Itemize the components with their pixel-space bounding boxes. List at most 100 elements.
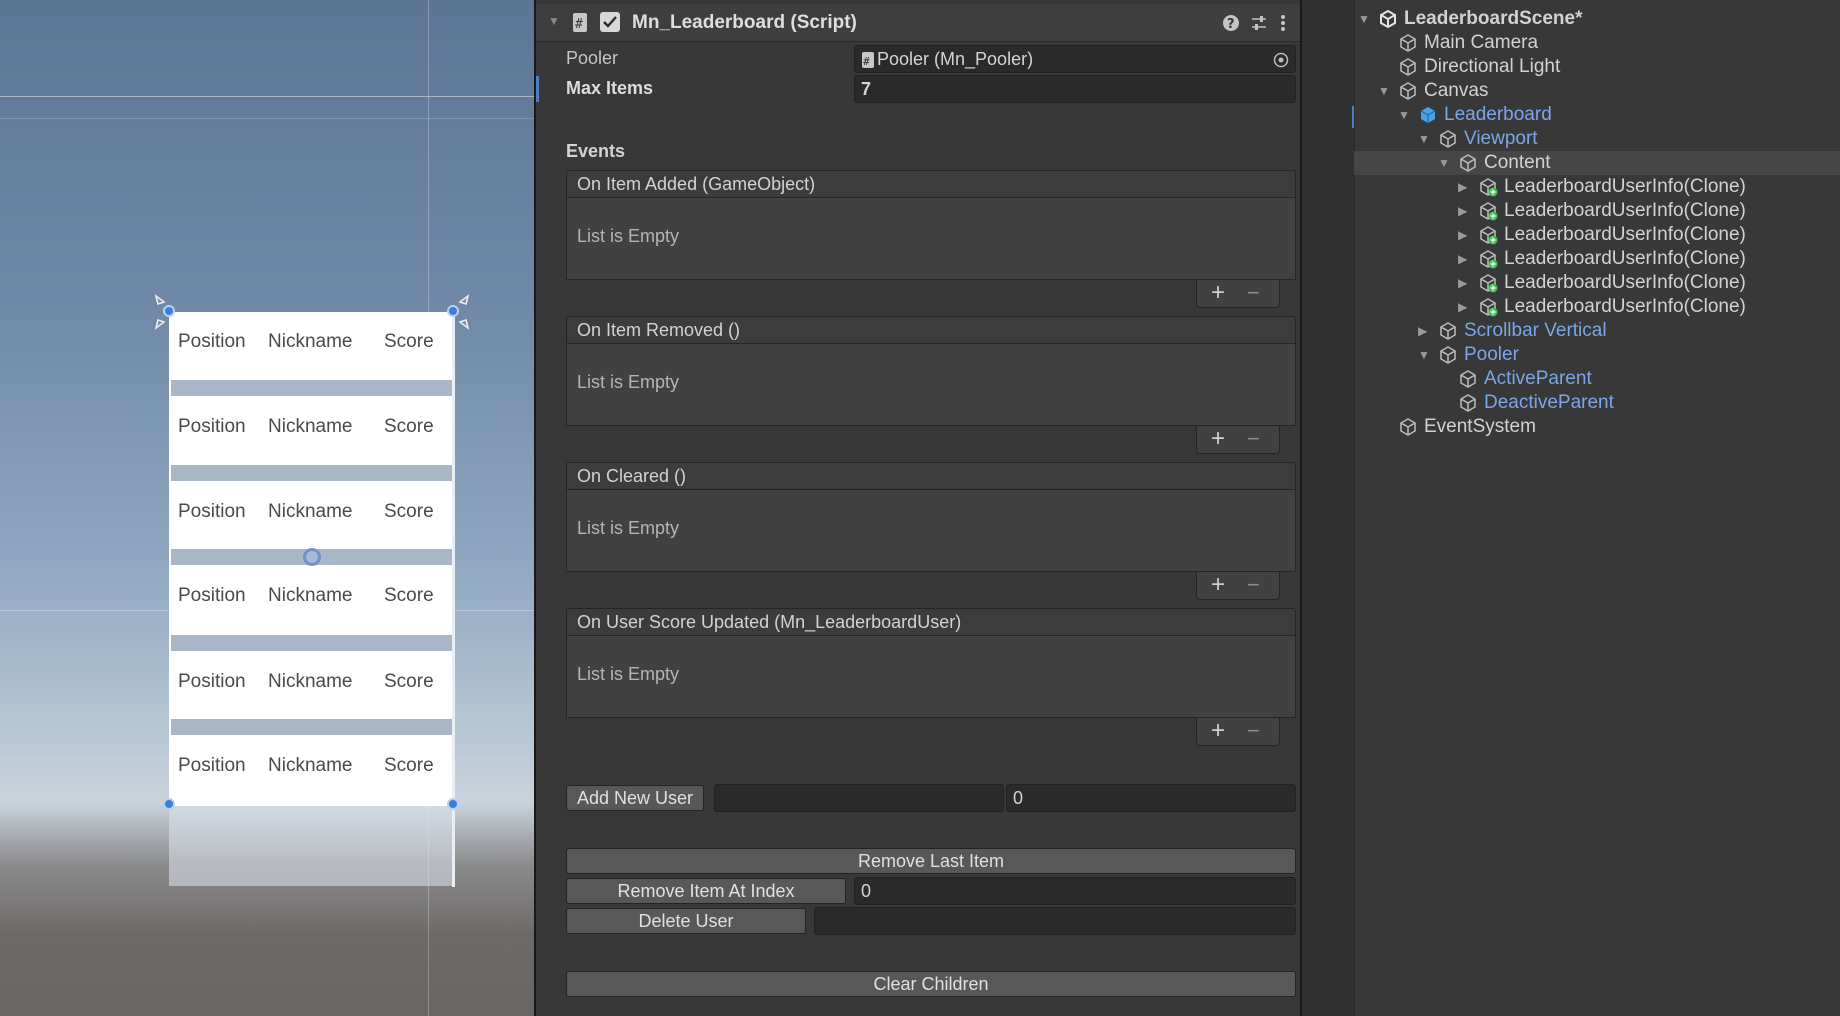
leaderboard-row: Position Nickname Score (169, 740, 455, 792)
hierarchy-label: LeaderboardUserInfo(Clone) (1504, 296, 1746, 317)
remove-last-item-button[interactable]: Remove Last Item (566, 848, 1296, 874)
prefab-added-cube-icon (1480, 202, 1498, 221)
rect-corner-handle[interactable] (163, 798, 175, 810)
foldout-arrow-icon[interactable]: ▶ (1458, 247, 1467, 271)
row-score-label: Score (384, 671, 434, 692)
new-user-name-field[interactable] (714, 784, 1004, 812)
foldout-arrow-icon[interactable]: ▶ (1458, 271, 1467, 295)
prefab-added-cube-icon (1480, 274, 1498, 293)
hierarchy-label: LeaderboardUserInfo(Clone) (1504, 224, 1746, 245)
anchor-arrow-icon[interactable] (150, 294, 174, 330)
foldout-arrow-icon[interactable]: ▼ (1438, 151, 1450, 175)
pivot-handle[interactable] (303, 548, 321, 566)
hierarchy-item-content[interactable]: ▼ Content (1354, 151, 1840, 175)
hierarchy-label: Content (1484, 152, 1551, 173)
row-position-label: Position (178, 585, 246, 606)
hierarchy-item-pooler[interactable]: ▼ Pooler (1354, 343, 1840, 367)
hierarchy-label: Leaderboard (1444, 104, 1552, 125)
foldout-arrow-icon[interactable]: ▶ (1458, 175, 1467, 199)
foldout-arrow-icon[interactable]: ▶ (1458, 223, 1467, 247)
checkbox-icon[interactable] (600, 12, 620, 32)
event-list-footer: + − (1196, 572, 1280, 600)
add-listener-button[interactable]: + (1211, 426, 1225, 452)
prefab-cube-icon (1420, 107, 1436, 123)
empty-list-text: List is Empty (577, 664, 680, 684)
object-picker-icon[interactable] (1273, 52, 1289, 68)
row-position-label: Position (178, 671, 246, 692)
remove-listener-button[interactable]: − (1247, 280, 1260, 306)
delete-user-field[interactable] (814, 907, 1296, 935)
foldout-arrow-icon[interactable]: ▶ (1418, 319, 1427, 343)
hierarchy-item-main-camera[interactable]: Main Camera (1354, 31, 1840, 55)
event-list-body: List is Empty (566, 490, 1296, 572)
scene-guide-line (0, 96, 534, 97)
delete-user-button[interactable]: Delete User (566, 908, 806, 934)
hierarchy-item-canvas[interactable]: ▼ Canvas (1354, 79, 1840, 103)
anchor-arrow-icon[interactable] (450, 294, 474, 330)
row-position-label: Position (178, 501, 246, 522)
add-listener-button[interactable]: + (1211, 280, 1225, 306)
hierarchy-item-event-system[interactable]: EventSystem (1354, 415, 1840, 439)
hierarchy-item-leaderboard-user-info[interactable]: ▶ LeaderboardUserInfo(Clone) (1354, 199, 1840, 223)
empty-list-text: List is Empty (577, 372, 680, 392)
row-separator (171, 380, 453, 396)
gameobject-cube-icon (1440, 322, 1456, 340)
hierarchy-item-directional-light[interactable]: Directional Light (1354, 55, 1840, 79)
modified-marker (536, 76, 539, 102)
pooler-value: Pooler (Mn_Pooler) (877, 49, 1034, 69)
foldout-arrow-icon[interactable]: ▶ (1458, 199, 1467, 223)
remove-listener-button[interactable]: − (1247, 572, 1260, 598)
foldout-arrow-icon[interactable]: ▼ (1358, 7, 1370, 31)
hierarchy-item-leaderboard-user-info[interactable]: ▶ LeaderboardUserInfo(Clone) (1354, 295, 1840, 319)
add-listener-button[interactable]: + (1211, 718, 1225, 744)
add-listener-button[interactable]: + (1211, 572, 1225, 598)
remove-listener-button[interactable]: − (1247, 718, 1260, 744)
hierarchy-item-active-parent[interactable]: ActiveParent (1354, 367, 1840, 391)
foldout-arrow-icon[interactable]: ▼ (1418, 127, 1430, 151)
prefab-added-cube-icon (1480, 250, 1498, 269)
event-header: On Cleared () (566, 462, 1296, 490)
hierarchy-label: Canvas (1424, 80, 1489, 101)
foldout-arrow-icon[interactable]: ▼ (548, 14, 560, 28)
foldout-arrow-icon[interactable]: ▶ (1458, 295, 1467, 319)
preset-icon[interactable] (1250, 14, 1268, 32)
new-user-score-field[interactable]: 0 (1006, 784, 1296, 812)
foldout-arrow-icon[interactable]: ▼ (1398, 103, 1410, 127)
hierarchy-item-leaderboard-user-info[interactable]: ▶ LeaderboardUserInfo(Clone) (1354, 271, 1840, 295)
hierarchy-item-viewport[interactable]: ▼ Viewport (1354, 127, 1840, 151)
pooler-label: Pooler (566, 48, 619, 68)
hierarchy-item-scrollbar-vertical[interactable]: ▶ Scrollbar Vertical (1354, 319, 1840, 343)
prefab-added-cube-icon (1480, 226, 1498, 245)
rect-corner-handle[interactable] (447, 798, 459, 810)
clear-children-button[interactable]: Clear Children (566, 971, 1296, 997)
scene-view[interactable]: Position Nickname Score Position Nicknam… (0, 0, 534, 1016)
remove-item-at-index-button[interactable]: Remove Item At Index (566, 878, 846, 904)
add-new-user-button[interactable]: Add New User (566, 785, 704, 811)
row-separator (171, 635, 453, 651)
hierarchy-item-deactive-parent[interactable]: DeactiveParent (1354, 391, 1840, 415)
row-position-label: Position (178, 416, 246, 437)
help-icon[interactable]: ? (1222, 14, 1240, 32)
max-items-field[interactable]: 7 (854, 75, 1296, 103)
row-separator (171, 719, 453, 735)
gameobject-cube-icon (1460, 394, 1476, 412)
foldout-arrow-icon[interactable]: ▼ (1378, 79, 1390, 103)
gameobject-cube-icon (1440, 130, 1456, 148)
component-header[interactable]: ▼ # Mn_Leaderboard (Script) ? (536, 4, 1300, 42)
hierarchy-item-leaderboard-user-info[interactable]: ▶ LeaderboardUserInfo(Clone) (1354, 223, 1840, 247)
hierarchy-item-leaderboard-user-info[interactable]: ▶ LeaderboardUserInfo(Clone) (1354, 247, 1840, 271)
foldout-arrow-icon[interactable]: ▼ (1418, 343, 1430, 367)
hierarchy-item-scene[interactable]: ▼ LeaderboardScene* (1354, 7, 1840, 31)
event-header: On Item Removed () (566, 316, 1296, 344)
remove-listener-button[interactable]: − (1247, 426, 1260, 452)
hierarchy-item-leaderboard-user-info[interactable]: ▶ LeaderboardUserInfo(Clone) (1354, 175, 1840, 199)
remove-index-field[interactable]: 0 (854, 877, 1296, 905)
event-list-footer: + − (1196, 280, 1280, 308)
gameobject-cube-icon (1400, 82, 1416, 100)
hierarchy-item-leaderboard[interactable]: ▼ Leaderboard (1354, 103, 1840, 127)
kebab-menu-icon[interactable] (1278, 14, 1288, 32)
pooler-object-field[interactable]: # Pooler (Mn_Pooler) (854, 45, 1296, 73)
hierarchy-label: Main Camera (1424, 32, 1539, 53)
gameobject-cube-icon (1400, 418, 1416, 436)
leaderboard-viewport-lower (169, 806, 455, 886)
